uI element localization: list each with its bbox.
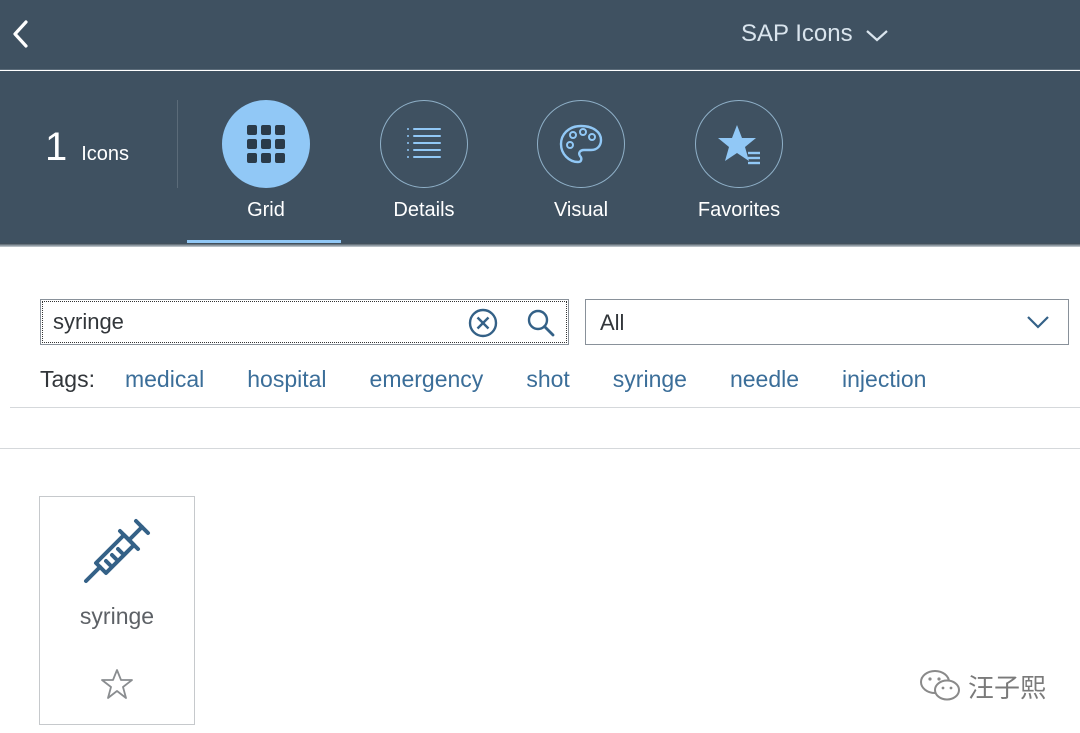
tag-link[interactable]: medical bbox=[125, 366, 204, 393]
tab-favorites-circle bbox=[695, 100, 783, 188]
watermark: 汪子熙 bbox=[918, 666, 1046, 706]
back-arrow-icon bbox=[13, 20, 28, 48]
app-title: SAP Icons bbox=[741, 20, 853, 47]
favorite-toggle[interactable] bbox=[100, 667, 134, 701]
tag-link[interactable]: injection bbox=[842, 366, 926, 393]
tags-row: Tags: medical hospital emergency shot sy… bbox=[40, 362, 969, 396]
wechat-icon bbox=[920, 670, 960, 701]
header-toolbar: 1 Icons Grid Details Visual Favorites bbox=[0, 71, 1080, 243]
icon-count-label: Icons bbox=[81, 143, 130, 165]
grid-icon bbox=[247, 125, 285, 163]
tag-link[interactable]: shot bbox=[526, 366, 569, 393]
divider bbox=[10, 407, 1080, 408]
tab-details-label: Details bbox=[393, 199, 455, 221]
watermark-text: 汪子熙 bbox=[968, 672, 1047, 703]
tab-grid[interactable]: Grid bbox=[187, 71, 345, 243]
chevron-down-icon bbox=[865, 30, 888, 42]
list-icon bbox=[407, 128, 441, 158]
tab-favorites-label: Favorites bbox=[697, 199, 781, 221]
favorites-icon bbox=[718, 125, 760, 165]
shell-bar: SAP Icons bbox=[0, 0, 1080, 70]
tab-details[interactable]: Details bbox=[345, 71, 503, 243]
search-input[interactable] bbox=[53, 306, 453, 338]
tag-link[interactable]: emergency bbox=[370, 366, 484, 393]
header-divider bbox=[177, 100, 178, 188]
tab-visual-circle bbox=[537, 100, 625, 188]
tag-link[interactable]: hospital bbox=[247, 366, 326, 393]
syringe-icon bbox=[84, 519, 150, 583]
tab-grid-label: Grid bbox=[247, 199, 285, 221]
category-select-value: All bbox=[600, 310, 625, 335]
icon-tile-name: syringe bbox=[79, 603, 155, 629]
palette-icon bbox=[559, 124, 603, 164]
tab-favorites[interactable]: Favorites bbox=[660, 71, 818, 243]
clear-icon bbox=[468, 308, 498, 338]
star-outline-icon bbox=[101, 669, 133, 699]
back-button[interactable] bbox=[6, 14, 34, 54]
icon-count: 1 Icons bbox=[45, 125, 129, 170]
category-select[interactable]: All bbox=[585, 299, 1069, 345]
tags-label: Tags: bbox=[40, 365, 95, 392]
tab-details-circle bbox=[380, 100, 468, 188]
header-shadow bbox=[0, 243, 1080, 247]
search-button[interactable] bbox=[525, 307, 557, 339]
tab-visual[interactable]: Visual bbox=[502, 71, 660, 243]
app-title-menu[interactable]: SAP Icons bbox=[741, 20, 889, 48]
search-icon bbox=[527, 309, 555, 337]
divider bbox=[0, 448, 1080, 449]
search-field[interactable] bbox=[40, 299, 569, 345]
tag-link[interactable]: syringe bbox=[613, 366, 687, 393]
icon-count-number: 1 bbox=[45, 125, 68, 169]
icon-tile[interactable]: syringe bbox=[39, 496, 195, 725]
tab-visual-label: Visual bbox=[553, 199, 609, 221]
clear-search-button[interactable] bbox=[467, 307, 499, 339]
chevron-down-icon bbox=[1027, 316, 1049, 329]
tab-grid-circle bbox=[222, 100, 310, 188]
tag-link[interactable]: needle bbox=[730, 366, 799, 393]
